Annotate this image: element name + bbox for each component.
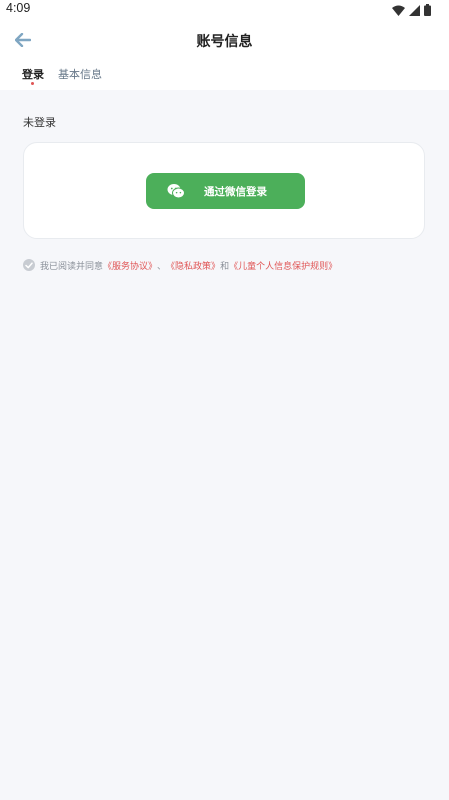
wechat-login-button[interactable]: 通过微信登录 [146,173,305,209]
app-bar: 账号信息 [0,20,449,60]
status-time: 4:09 [6,1,31,15]
privacy-policy-link[interactable]: 《隐私政策》 [166,259,220,272]
main-content: 未登录 通过微信登录 我已阅读并同意 《服务协议》 、 《隐私政策》 和 《儿童… [0,90,449,800]
service-agreement-link[interactable]: 《服务协议》 [103,259,157,272]
agreement-row: 我已阅读并同意 《服务协议》 、 《隐私政策》 和 《儿童个人信息保护规则》 [23,258,337,272]
tab-basic-info[interactable]: 基本信息 [58,66,102,82]
login-status-label: 未登录 [23,116,56,129]
wifi-icon [392,5,405,16]
active-tab-indicator [31,82,34,85]
agreement-separator: 、 [157,261,167,272]
page-title: 账号信息 [196,34,253,50]
tab-bar: 登录 基本信息 [0,62,449,90]
check-circle-icon [25,261,33,268]
children-privacy-link[interactable]: 《儿童个人信息保护规则》 [229,259,337,272]
agreement-and: 和 [220,261,230,272]
wechat-login-label: 通过微信登录 [204,186,267,198]
status-bar: 4:09 [0,0,449,20]
agreement-prefix: 我已阅读并同意 [40,261,104,272]
wechat-icon [167,184,185,199]
status-icons [392,3,431,17]
battery-icon [424,4,431,16]
login-card: 通过微信登录 [23,142,425,239]
tab-login[interactable]: 登录 [22,66,44,82]
agreement-checkbox[interactable] [23,259,35,271]
signal-icon [409,4,420,16]
